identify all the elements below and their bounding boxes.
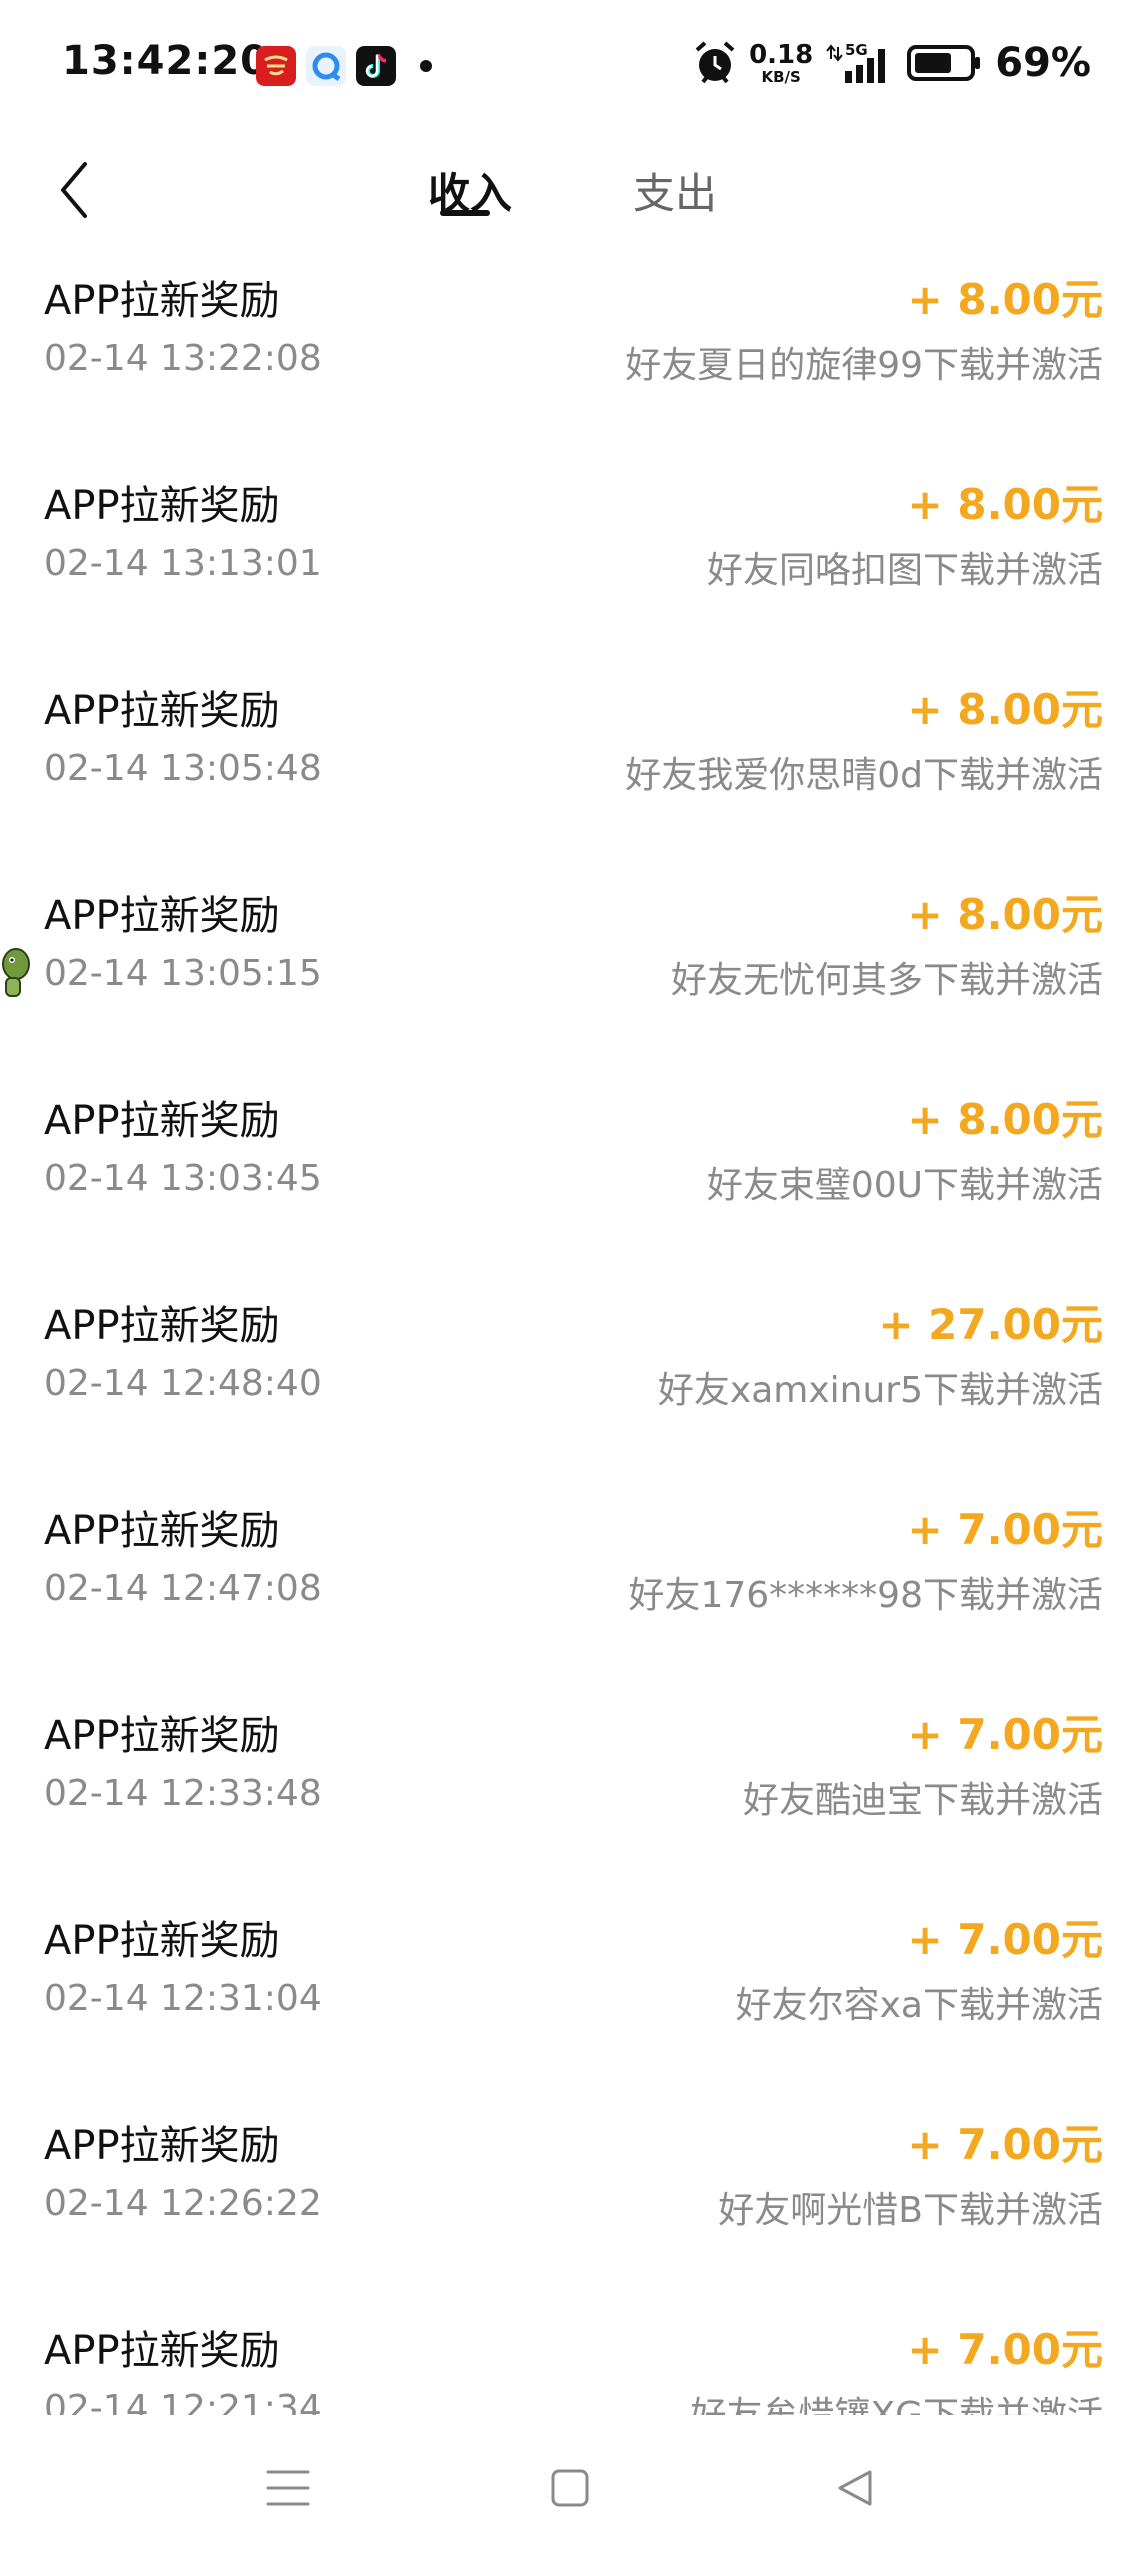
page-header: 收入 支出 [0, 140, 1145, 240]
record-amount: + 8.00元 [907, 480, 1103, 529]
record-time: 02-14 12:33:48 [44, 1773, 322, 1814]
square-home-icon [551, 2469, 589, 2506]
record-time: 02-14 12:47:08 [44, 1568, 322, 1609]
record-time: 02-14 12:48:40 [44, 1363, 322, 1404]
record-title: APP拉新奖励 [44, 893, 280, 939]
list-item[interactable]: APP拉新奖励 + 7.00元 02-14 12:31:04 好友尔容xa下载并… [0, 1880, 1145, 2085]
record-time: 02-14 12:31:04 [44, 1978, 322, 2019]
record-time: 02-14 13:05:15 [44, 953, 322, 994]
status-indicators: 0.18 KB/S 5G 69% [693, 40, 1091, 86]
browser-app-icon [306, 46, 346, 86]
record-description: 好友我爱你思晴0d下载并激活 [625, 755, 1103, 796]
record-title: APP拉新奖励 [44, 1098, 280, 1144]
home-button[interactable] [510, 2415, 630, 2560]
tiktok-icon [356, 46, 396, 86]
record-title: APP拉新奖励 [44, 2328, 280, 2374]
record-title: APP拉新奖励 [44, 1713, 280, 1759]
tab-expense[interactable]: 支出 [615, 140, 735, 240]
list-item[interactable]: APP拉新奖励 + 8.00元 02-14 13:22:08 好友夏日的旋律99… [0, 240, 1145, 445]
chevron-left-icon [61, 162, 87, 218]
battery-icon [907, 45, 981, 81]
record-time: 02-14 12:26:22 [44, 2183, 322, 2224]
more-notifications-dot [420, 60, 432, 72]
list-item[interactable]: APP拉新奖励 + 8.00元 02-14 13:05:48 好友我爱你思晴0d… [0, 650, 1145, 855]
record-title: APP拉新奖励 [44, 1918, 280, 1964]
network-speed-unit: KB/S [761, 67, 801, 86]
record-time: 02-14 13:22:08 [44, 338, 322, 379]
network-type-label: 5G [845, 41, 868, 59]
menu-icon [266, 2470, 310, 2505]
record-amount: + 8.00元 [907, 890, 1103, 939]
record-description: 好友牟惜镶XG下载并激活 [690, 2386, 1103, 2415]
record-amount: + 27.00元 [878, 1300, 1103, 1349]
record-amount: + 7.00元 [907, 1505, 1103, 1554]
floating-assistant-icon[interactable] [0, 944, 30, 1002]
record-amount: + 7.00元 [907, 2325, 1103, 2374]
active-tab-indicator [440, 210, 490, 216]
record-time: 02-14 13:03:45 [44, 1158, 322, 1199]
record-description: 好友176******98下载并激活 [628, 1575, 1103, 1616]
record-time: 02-14 13:05:48 [44, 748, 322, 789]
record-amount: + 8.00元 [907, 275, 1103, 324]
record-time: 02-14 12:21:34 [44, 2388, 322, 2415]
recent-apps-button[interactable] [228, 2415, 348, 2560]
record-title: APP拉新奖励 [44, 1303, 280, 1349]
network-speed-value: 0.18 [749, 39, 814, 70]
record-description: 好友同咯扣图下载并激活 [706, 550, 1103, 591]
record-amount: + 7.00元 [907, 2120, 1103, 2169]
alarm-icon [695, 41, 735, 84]
back-button[interactable] [40, 140, 110, 240]
list-item[interactable]: APP拉新奖励 + 7.00元 02-14 12:47:08 好友176****… [0, 1470, 1145, 1675]
record-description: 好友夏日的旋律99下载并激活 [625, 345, 1103, 386]
record-description: 好友xamxinur5下载并激活 [657, 1370, 1103, 1411]
record-description: 好友酷迪宝下载并激活 [742, 1780, 1103, 1821]
record-amount: + 7.00元 [907, 1710, 1103, 1759]
list-item[interactable]: APP拉新奖励 + 8.00元 02-14 13:13:01 好友同咯扣图下载并… [0, 445, 1145, 650]
record-description: 好友无忧何其多下载并激活 [670, 960, 1103, 1001]
income-records-screen: 13:42:20 0.18 KB/S 5G 69% 收入 支出 APP拉新奖励 … [0, 0, 1145, 2560]
record-title: APP拉新奖励 [44, 2123, 280, 2169]
list-item[interactable]: APP拉新奖励 + 7.00元 02-14 12:33:48 好友酷迪宝下载并激… [0, 1675, 1145, 1880]
record-amount: + 8.00元 [907, 685, 1103, 734]
study-app-icon [256, 46, 296, 86]
status-bar: 13:42:20 0.18 KB/S 5G 69% [0, 0, 1145, 140]
signal-5g-icon: 5G [826, 41, 886, 83]
record-title: APP拉新奖励 [44, 1508, 280, 1554]
record-description: 好友啊光惜B下载并激活 [718, 2190, 1103, 2231]
record-time: 02-14 13:13:01 [44, 543, 322, 584]
list-item[interactable]: APP拉新奖励 + 8.00元 02-14 13:05:15 好友无忧何其多下载… [0, 855, 1145, 1060]
list-item[interactable]: APP拉新奖励 + 7.00元 02-14 12:21:34 好友牟惜镶XG下载… [0, 2290, 1145, 2415]
status-time: 13:42:20 [62, 38, 269, 84]
record-description: 好友尔容xa下载并激活 [735, 1985, 1103, 2026]
triangle-back-icon [838, 2470, 872, 2505]
record-title: APP拉新奖励 [44, 483, 280, 529]
record-description: 好友束璧00U下载并激活 [706, 1165, 1103, 1206]
record-amount: + 8.00元 [907, 1095, 1103, 1144]
list-item[interactable]: APP拉新奖励 + 27.00元 02-14 12:48:40 好友xamxin… [0, 1265, 1145, 1470]
list-item[interactable]: APP拉新奖励 + 8.00元 02-14 13:03:45 好友束璧00U下载… [0, 1060, 1145, 1265]
system-nav-bar [0, 2415, 1145, 2560]
records-list[interactable]: APP拉新奖励 + 8.00元 02-14 13:22:08 好友夏日的旋律99… [0, 240, 1145, 2415]
record-title: APP拉新奖励 [44, 278, 280, 324]
tab-income[interactable]: 收入 [410, 140, 530, 240]
record-amount: + 7.00元 [907, 1915, 1103, 1964]
battery-percent: 69% [995, 40, 1091, 86]
system-back-button[interactable] [795, 2415, 915, 2560]
notification-icons [256, 46, 432, 86]
network-speed: 0.18 KB/S [749, 42, 813, 85]
record-title: APP拉新奖励 [44, 688, 280, 734]
list-item[interactable]: APP拉新奖励 + 7.00元 02-14 12:26:22 好友啊光惜B下载并… [0, 2085, 1145, 2290]
